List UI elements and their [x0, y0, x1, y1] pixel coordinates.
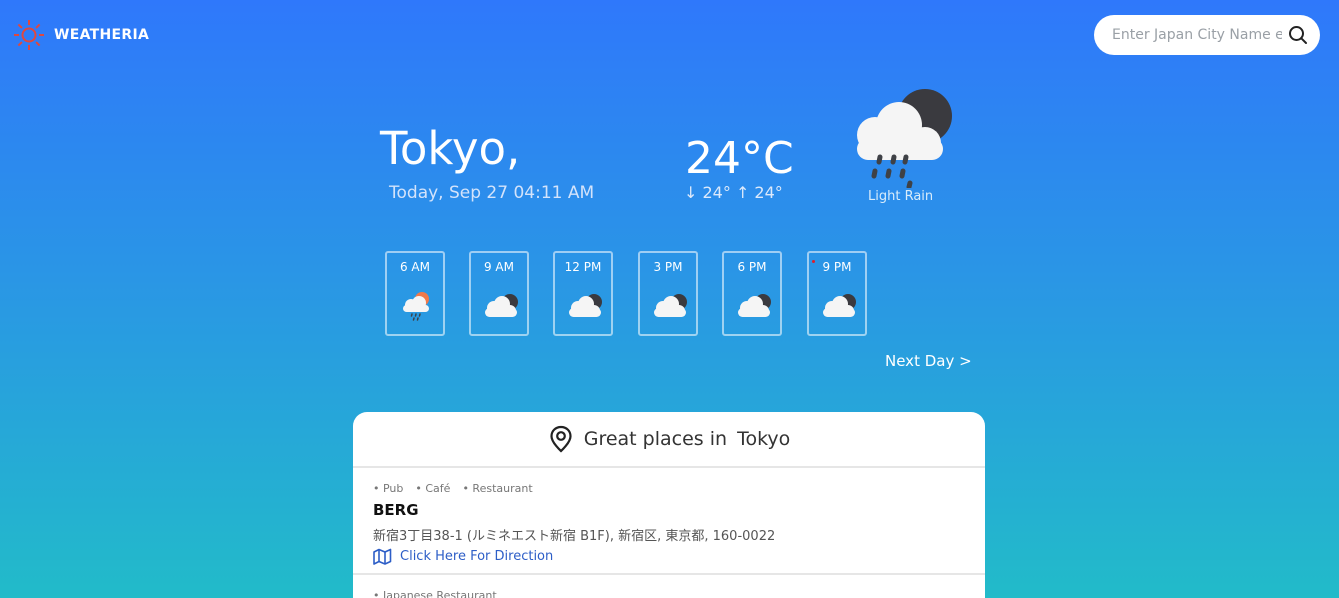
hourly-card[interactable]: 12 PM — [553, 251, 613, 336]
hourly-time: 6 AM — [399, 260, 430, 274]
hourly-time: 6 PM — [737, 260, 767, 274]
hourly-time: 3 PM — [653, 260, 683, 274]
place-tag: • Pub — [373, 482, 404, 495]
place-tag: • Café — [415, 482, 451, 495]
hourly-card[interactable]: 9 AM — [469, 251, 529, 336]
min-max-temperature: ↓ 24° ↑ 24° — [684, 183, 783, 202]
current-date: Today, Sep 27 04:11 AM — [389, 183, 595, 203]
cloud-night-icon — [823, 294, 856, 317]
place-name: BERG — [373, 501, 419, 519]
places-title-city: Tokyo — [737, 428, 791, 450]
places-card: Great places in Tokyo • Pub • Café • Res… — [353, 412, 985, 598]
direction-link-label[interactable]: Click Here For Direction — [400, 549, 553, 564]
hourly-card[interactable]: 9 PM — [807, 251, 867, 336]
cloud-night-icon — [738, 294, 771, 317]
cloud-night-icon — [569, 294, 602, 317]
hourly-card[interactable]: 3 PM — [638, 251, 698, 336]
search-icon[interactable] — [1288, 25, 1308, 45]
map-pin-icon — [550, 425, 572, 453]
direction-link[interactable]: Click Here For Direction — [373, 548, 965, 565]
sun-icon — [14, 20, 44, 50]
rain-cloud-sun-icon — [403, 292, 429, 321]
brand[interactable]: WEATHERIA — [12, 18, 149, 52]
city-name: Tokyo, — [380, 122, 521, 175]
place-tags: • Japanese Restaurant — [373, 589, 965, 598]
places-title-prefix: Great places in — [583, 428, 728, 450]
hourly-time: 9 PM — [822, 260, 852, 274]
cloud-night-icon — [485, 294, 518, 317]
map-icon — [373, 548, 392, 565]
place-item: • Japanese Restaurant — [353, 575, 985, 598]
next-day-link[interactable]: Next Day > — [885, 352, 972, 370]
place-tags: • Pub • Café • Restaurant — [373, 482, 965, 495]
hourly-card[interactable]: 6 PM — [722, 251, 782, 336]
search-box — [1094, 15, 1320, 55]
place-tag: • Restaurant — [462, 482, 533, 495]
place-item: • Pub • Café • Restaurant BERG 新宿3丁目38-1… — [353, 468, 985, 575]
hourly-time: 12 PM — [564, 260, 602, 274]
current-temperature: 24°C — [685, 133, 794, 184]
hourly-card[interactable]: 6 AM — [385, 251, 445, 336]
brand-name: WEATHERIA — [54, 27, 150, 43]
rain-cloud-night-icon — [857, 89, 952, 188]
hourly-time: 9 AM — [483, 260, 514, 274]
place-address: 新宿3丁目38-1 (ルミネエスト新宿 B1F), 新宿区, 東京都, 160-… — [373, 529, 776, 544]
place-tag: • Japanese Restaurant — [373, 589, 497, 598]
search-input[interactable] — [1112, 27, 1282, 43]
cloud-night-icon — [654, 294, 687, 317]
places-header: Great places in Tokyo — [353, 412, 985, 468]
weather-condition: Light Rain — [868, 189, 934, 204]
